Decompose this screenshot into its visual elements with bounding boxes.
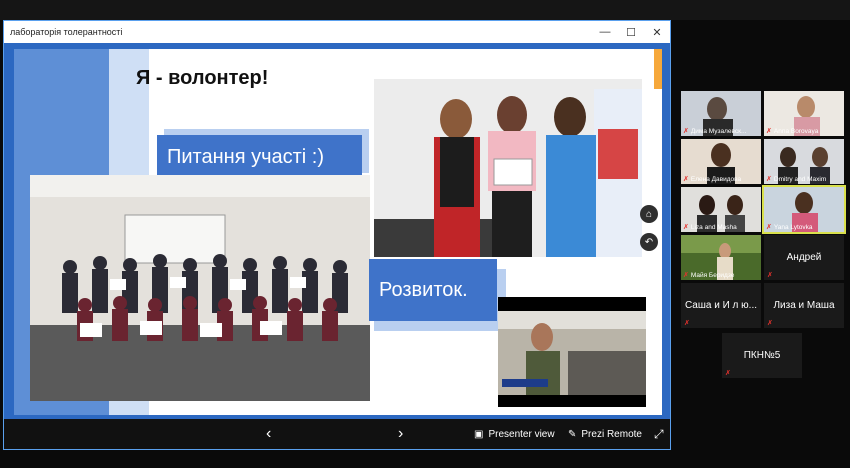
prezi-remote-icon: ✎ [568, 428, 577, 440]
muted-mic-icon: ✗ [766, 176, 772, 183]
presentation-controls: ‹ › ▣ Presenter view ✎ Prezi Remote ⤢ [4, 419, 670, 449]
participant-tile[interactable]: Саша и И л ю... ✗ [681, 283, 761, 328]
participant-name: Саша и И л ю... [684, 300, 758, 311]
presentation-content: Я - волонтер! Питання участі :) Розвиток… [4, 43, 670, 449]
participant-name: ✗ Yana Lytovka [766, 223, 813, 232]
participant-tile[interactable]: ✗ Liza and Masha [681, 187, 761, 232]
group-photo [30, 175, 370, 401]
back-icon[interactable]: ↶ [640, 233, 658, 251]
muted-mic-icon: ✗ [767, 320, 773, 327]
muted-mic-icon: ✗ [683, 272, 689, 279]
muted-mic-icon: ✗ [725, 370, 731, 377]
presentation-window: лабораторія толерантності — ☐ ✕ Я - воло… [3, 20, 671, 450]
muted-mic-icon: ✗ [683, 224, 689, 231]
slide: Я - волонтер! Питання участі :) Розвиток… [14, 49, 662, 415]
participant-tile[interactable]: Андрей ✗ [764, 235, 844, 280]
participant-name: Андрей [786, 252, 822, 263]
home-icon[interactable]: ⌂ [640, 205, 658, 223]
window-title: лабораторія толерантності [10, 27, 123, 37]
presenter-view-icon: ▣ [474, 428, 484, 440]
presenter-view-button[interactable]: ▣ Presenter view [474, 419, 555, 449]
video-thumbnail[interactable] [498, 297, 646, 407]
participant-name: ПКН№5 [743, 350, 781, 361]
participant-name: ✗ Елена Давидова [683, 175, 742, 184]
participant-tile[interactable]: ✗ Елена Давидова [681, 139, 761, 184]
prezi-remote-button[interactable]: ✎ Prezi Remote [568, 419, 642, 449]
slide-orange-mark [654, 49, 662, 89]
participant-name: ✗ Anna Borovaya [766, 127, 819, 136]
muted-mic-icon: ✗ [683, 176, 689, 183]
muted-mic-icon: ✗ [684, 320, 690, 327]
close-button[interactable]: ✕ [644, 21, 670, 43]
muted-mic-icon: ✗ [766, 128, 772, 135]
slide-title: Я - волонтер! [136, 67, 269, 89]
label-participation: Питання участі :) [157, 135, 362, 179]
muted-mic-icon: ✗ [767, 272, 773, 279]
participant-tile[interactable]: ✗ Anna Borovaya [764, 91, 844, 136]
participant-tile-active-speaker[interactable]: ✗ Yana Lytovka [762, 185, 846, 234]
participant-name: ✗ Liza and Masha [683, 223, 737, 232]
volunteers-photo [374, 79, 642, 257]
participant-tile[interactable]: ✗ Дима Музалевск... [681, 91, 761, 136]
minimize-button[interactable]: — [592, 21, 618, 43]
participant-name: ✗ Майя Беридзе [683, 271, 735, 280]
zoom-meeting-screen: лабораторія толерантності — ☐ ✕ Я - воло… [0, 0, 850, 468]
desktop-top-strip [0, 0, 850, 20]
participant-tile[interactable]: ПКН№5 ✗ [722, 333, 802, 378]
window-titlebar: лабораторія толерантності — ☐ ✕ [4, 21, 670, 43]
participant-tile[interactable]: ✗ Dmitry and Maxim [764, 139, 844, 184]
muted-mic-icon: ✗ [683, 128, 689, 135]
maximize-button[interactable]: ☐ [618, 21, 644, 43]
presenter-view-label: Presenter view [488, 428, 555, 440]
participant-tile[interactable]: Лиза и Маша ✗ [764, 283, 844, 328]
prezi-remote-label: Prezi Remote [581, 428, 642, 440]
participant-tile[interactable]: ✗ Майя Беридзе [681, 235, 761, 280]
participant-name: Лиза и Маша [773, 300, 835, 311]
participant-name: ✗ Dmitry and Maxim [766, 175, 827, 184]
participant-name: ✗ Дима Музалевск... [683, 127, 747, 136]
fullscreen-button[interactable]: ⤢ [654, 419, 664, 449]
muted-mic-icon: ✗ [766, 224, 772, 231]
label-development: Розвиток. [369, 259, 497, 321]
previous-slide-button[interactable]: ‹ [266, 419, 271, 449]
next-slide-button[interactable]: › [398, 419, 403, 449]
